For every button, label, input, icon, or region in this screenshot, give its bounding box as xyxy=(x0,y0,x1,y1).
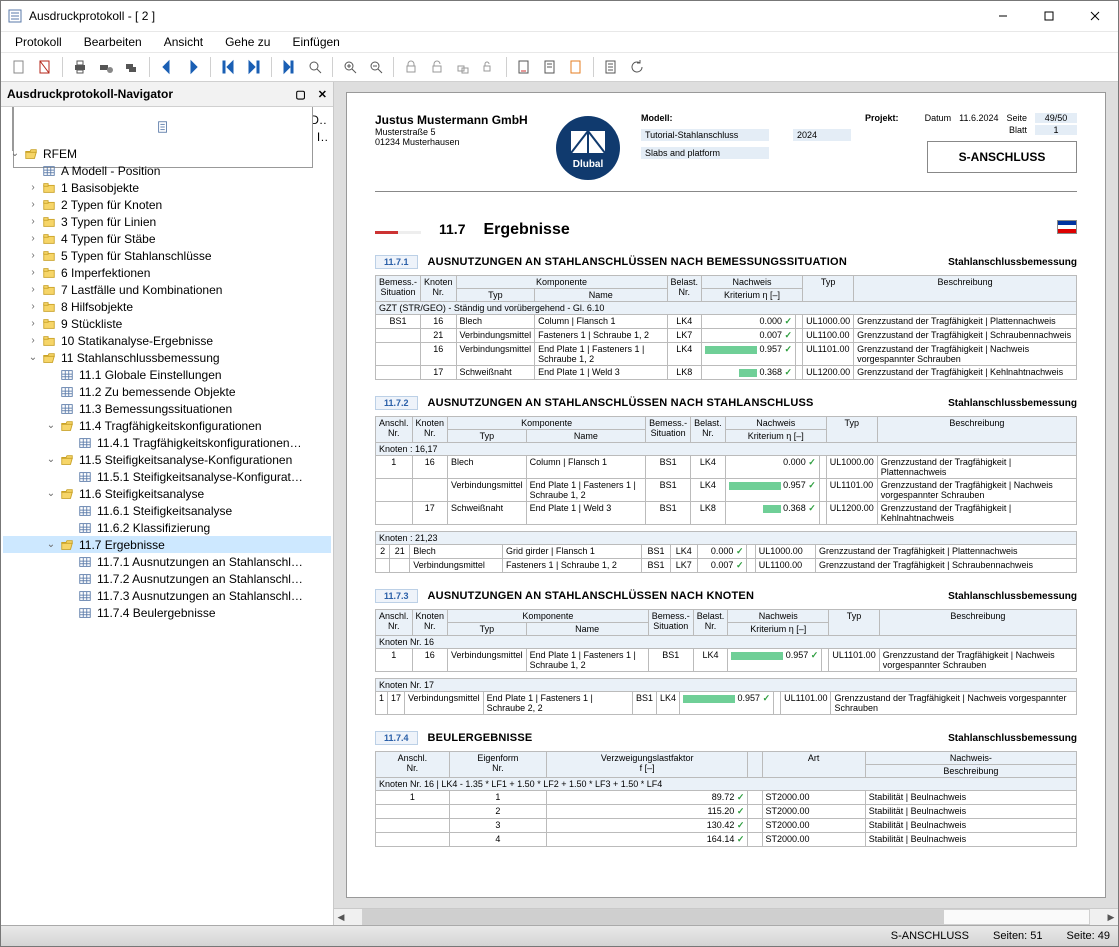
unlock-all-icon[interactable] xyxy=(477,55,501,79)
window-title: Ausdruckprotokoll - [ 2 ] xyxy=(29,9,980,23)
zoom-in-icon[interactable] xyxy=(338,55,362,79)
tree-item[interactable]: 11.4.1 Tragfähigkeitskonfigurationen… xyxy=(3,434,331,451)
chapter-heading: 11.7 Ergebnisse xyxy=(375,220,1077,239)
lock-icon[interactable] xyxy=(399,55,423,79)
menu-bearbeiten[interactable]: Bearbeiten xyxy=(78,34,148,50)
tree-item[interactable]: 11.5.1 Steifigkeitsanalyse-Konfigurat… xyxy=(3,468,331,485)
print-all-icon[interactable] xyxy=(120,55,144,79)
menu-ansicht[interactable]: Ansicht xyxy=(158,34,209,50)
unlock-icon[interactable] xyxy=(425,55,449,79)
table-1171: Bemess.-SituationKnotenNr.KomponenteBela… xyxy=(375,275,1077,380)
page-header: Justus Mustermann GmbH Musterstraße 5 01… xyxy=(375,113,1077,192)
menubar: Protokoll Bearbeiten Ansicht Gehe zu Ein… xyxy=(1,32,1118,53)
new-icon[interactable] xyxy=(7,55,31,79)
tree-item[interactable]: 11.7.3 Ausnutzungen an Stahlanschl… xyxy=(3,587,331,604)
zoom-out-icon[interactable] xyxy=(364,55,388,79)
tree-item[interactable]: ›10 Statikanalyse-Ergebnisse xyxy=(3,332,331,349)
flag-icon xyxy=(1057,220,1077,234)
tree-item[interactable]: ⌄11.6 Steifigkeitsanalyse xyxy=(3,485,331,502)
export-doc-icon[interactable] xyxy=(564,55,588,79)
nav-next-icon[interactable] xyxy=(181,55,205,79)
maximize-button[interactable] xyxy=(1026,1,1072,31)
tree-item[interactable]: ›2 Typen für Knoten xyxy=(3,196,331,213)
nav-last-icon[interactable] xyxy=(242,55,266,79)
find-icon[interactable] xyxy=(303,55,327,79)
tree-item[interactable]: 11.1 Globale Einstellungen xyxy=(3,366,331,383)
menu-protokoll[interactable]: Protokoll xyxy=(9,34,68,50)
svg-text:Dlubal: Dlubal xyxy=(573,159,604,170)
tree-item[interactable]: ⌄11.5 Steifigkeitsanalyse-Konfiguratione… xyxy=(3,451,331,468)
tree-item[interactable]: ›7 Lastfälle und Kombinationen xyxy=(3,281,331,298)
section-1174: 11.7.4 BEULERGEBNISSE Stahlanschlussbeme… xyxy=(375,731,1077,847)
tree-item[interactable]: ›6 Imperfektionen xyxy=(3,264,331,281)
tree-item[interactable]: 11.6.2 Klassifizierung xyxy=(3,519,331,536)
toolbar xyxy=(1,53,1118,82)
close-button[interactable] xyxy=(1072,1,1118,31)
city: 01234 Musterhausen xyxy=(375,137,535,147)
print-icon[interactable] xyxy=(68,55,92,79)
export-rtf-icon[interactable] xyxy=(538,55,562,79)
tree-item[interactable]: 11.7.4 Beulergebnisse xyxy=(3,604,331,621)
tree-item[interactable]: 11.6.1 Steifigkeitsanalyse xyxy=(3,502,331,519)
navigator-title: Ausdruckprotokoll-Navigator xyxy=(7,87,173,101)
navigator-tree[interactable]: DeckblattInhalt⌄RFEMA Modell - Position›… xyxy=(1,107,333,925)
dlubal-logo-icon: Dlubal xyxy=(553,113,623,183)
settings-icon[interactable] xyxy=(599,55,623,79)
delete-icon[interactable] xyxy=(33,55,57,79)
lock-all-icon[interactable] xyxy=(451,55,475,79)
tree-item[interactable]: ›1 Basisobjekte xyxy=(3,179,331,196)
tree-item[interactable]: 11.2 Zu bemessende Objekte xyxy=(3,383,331,400)
brand-box: S-ANSCHLUSS xyxy=(927,141,1077,173)
status-bar: S-ANSCHLUSS Seiten: 51 Seite: 49 xyxy=(1,925,1118,946)
titlebar: Ausdruckprotokoll - [ 2 ] xyxy=(1,1,1118,32)
nav-first-icon[interactable] xyxy=(216,55,240,79)
horizontal-scrollbar[interactable]: ◀▶ xyxy=(334,908,1118,925)
report-page: Justus Mustermann GmbH Musterstraße 5 01… xyxy=(346,92,1106,898)
section-1173: 11.7.3 AUSNUTZUNGEN AN STAHLANSCHLÜSSEN … xyxy=(375,589,1077,715)
navigator-header: Ausdruckprotokoll-Navigator ▢ ✕ xyxy=(1,82,333,107)
tree-item[interactable]: ›5 Typen für Stahlanschlüsse xyxy=(3,247,331,264)
minimize-button[interactable] xyxy=(980,1,1026,31)
pin-icon[interactable]: ▢ xyxy=(295,88,305,101)
table-1174: Anschl.Nr.EigenformNr.Verzweigungslastfa… xyxy=(375,751,1077,847)
tree-item[interactable]: ⌄11.4 Tragfähigkeitskonfigurationen xyxy=(3,417,331,434)
section-1171: 11.7.1 AUSNUTZUNGEN AN STAHLANSCHLÜSSEN … xyxy=(375,255,1077,380)
section-1172: 11.7.2 AUSNUTZUNGEN AN STAHLANSCHLÜSSEN … xyxy=(375,396,1077,573)
company: Justus Mustermann GmbH xyxy=(375,113,535,127)
tree-item[interactable]: ›4 Typen für Stäbe xyxy=(3,230,331,247)
navigator-panel: Ausdruckprotokoll-Navigator ▢ ✕ Deckblat… xyxy=(1,82,334,925)
status-brand: S-ANSCHLUSS xyxy=(891,930,969,942)
refresh-icon[interactable] xyxy=(625,55,649,79)
tree-item[interactable]: ⌄11.7 Ergebnisse xyxy=(3,536,331,553)
menu-einfuegen[interactable]: Einfügen xyxy=(286,34,345,50)
tree-item[interactable]: 11.7.1 Ausnutzungen an Stahlanschl… xyxy=(3,553,331,570)
nav-close-icon[interactable]: ✕ xyxy=(318,88,327,101)
tree-item[interactable]: 11.7.2 Ausnutzungen an Stahlanschl… xyxy=(3,570,331,587)
street: Musterstraße 5 xyxy=(375,127,535,137)
tree-item[interactable]: ⌄11 Stahlanschlussbemessung xyxy=(3,349,331,366)
goto-icon[interactable] xyxy=(277,55,301,79)
menu-gehe-zu[interactable]: Gehe zu xyxy=(219,34,276,50)
tree-item[interactable]: 11.3 Bemessungssituationen xyxy=(3,400,331,417)
tree-item[interactable]: ›8 Hilfsobjekte xyxy=(3,298,331,315)
print-setup-icon[interactable] xyxy=(94,55,118,79)
page-scroll[interactable]: Justus Mustermann GmbH Musterstraße 5 01… xyxy=(334,82,1118,908)
tree-item[interactable]: ›9 Stückliste xyxy=(3,315,331,332)
preview-panel: Justus Mustermann GmbH Musterstraße 5 01… xyxy=(334,82,1118,925)
tree-item[interactable]: Inhalt xyxy=(3,128,331,145)
tree-item[interactable]: ›3 Typen für Linien xyxy=(3,213,331,230)
nav-prev-icon[interactable] xyxy=(155,55,179,79)
app-icon xyxy=(7,8,23,24)
export-pdf-icon[interactable] xyxy=(512,55,536,79)
